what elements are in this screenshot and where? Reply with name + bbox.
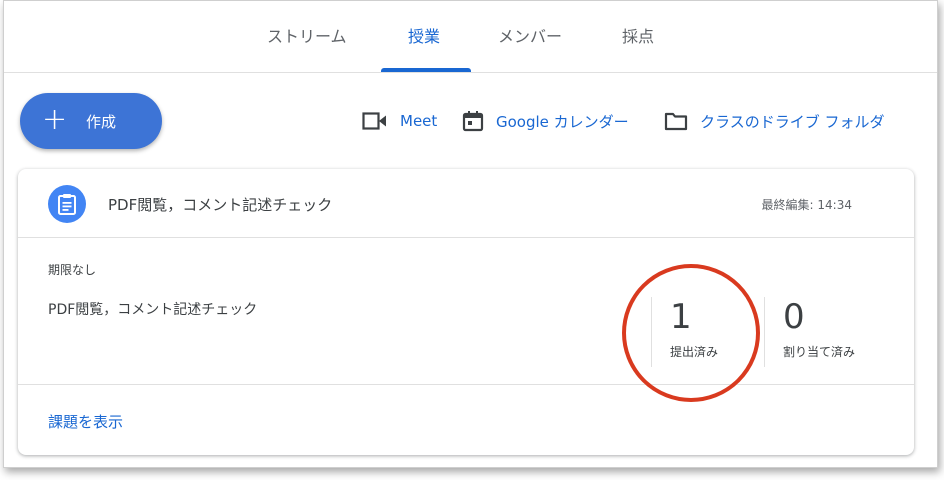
assigned-stat[interactable]: 0 割り当て済み: [764, 297, 855, 367]
video-camera-icon: [362, 112, 386, 130]
annotation-circle: [622, 264, 760, 402]
assignment-description: PDF閲覧，コメント記述チェック: [48, 302, 258, 318]
meet-link-label: Meet: [400, 112, 438, 130]
top-nav: ストリーム 授業 メンバー 採点: [4, 1, 937, 73]
create-button-label: 作成: [86, 113, 117, 131]
assigned-count: 0: [783, 297, 805, 337]
tab-stream[interactable]: ストリーム: [267, 23, 347, 47]
calendar-link[interactable]: Google カレンダー: [462, 109, 629, 133]
drive-folder-link-label: クラスのドライブ フォルダ: [700, 112, 885, 131]
assignment-card: PDF閲覧，コメント記述チェック 最終編集: 14:34 期限なし PDF閲覧，…: [18, 169, 914, 455]
assignment-icon: [48, 185, 86, 223]
assignment-title: PDF閲覧，コメント記述チェック: [108, 196, 333, 214]
assigned-label: 割り当て済み: [783, 345, 856, 359]
folder-icon: [664, 112, 688, 131]
tab-grades[interactable]: 採点: [622, 23, 654, 47]
assignment-card-footer: 課題を表示: [18, 384, 914, 455]
calendar-icon: [462, 111, 484, 132]
tab-people[interactable]: メンバー: [498, 23, 562, 47]
calendar-link-label: Google カレンダー: [496, 112, 629, 131]
classroom-window: ストリーム 授業 メンバー 採点 + 作成 Meet Google カレンダー …: [3, 0, 938, 468]
due-date: 期限なし: [48, 263, 97, 277]
view-assignment-link[interactable]: 課題を表示: [48, 411, 123, 432]
active-tab-indicator: [381, 68, 471, 72]
last-edited-time: 最終編集: 14:34: [761, 198, 852, 212]
meet-link[interactable]: Meet: [362, 109, 437, 133]
drive-folder-link[interactable]: クラスのドライブ フォルダ: [664, 109, 884, 133]
create-button[interactable]: + 作成: [20, 93, 162, 149]
assignment-card-header[interactable]: PDF閲覧，コメント記述チェック 最終編集: 14:34: [18, 169, 914, 238]
plus-icon: +: [42, 102, 68, 137]
tab-classwork[interactable]: 授業: [408, 23, 440, 47]
